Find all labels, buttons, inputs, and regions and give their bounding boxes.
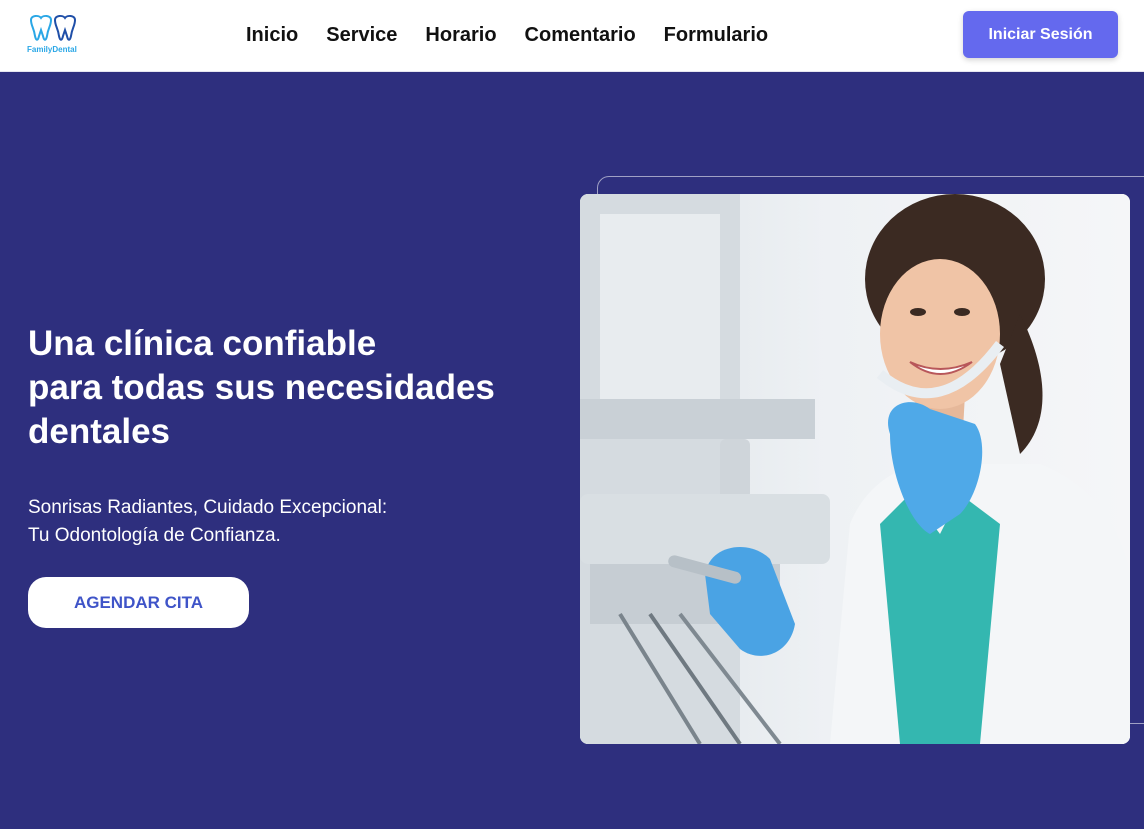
hero-title-line: dentales bbox=[28, 412, 170, 451]
tooth-logo-icon bbox=[29, 14, 77, 41]
nav-link-inicio[interactable]: Inicio bbox=[246, 23, 298, 47]
hero-subtitle: Sonrisas Radiantes, Cuidado Excepcional:… bbox=[28, 494, 528, 550]
hero-dentist-image bbox=[580, 194, 1130, 744]
logo-text: FamilyDental bbox=[27, 45, 77, 54]
hero-title: Una clínica confiable para todas sus nec… bbox=[28, 322, 588, 454]
nav-link-formulario[interactable]: Formulario bbox=[664, 23, 768, 47]
hero-subtitle-line: Tu Odontología de Confianza. bbox=[28, 525, 281, 546]
schedule-appointment-button[interactable]: AGENDAR CITA bbox=[28, 577, 249, 628]
login-button[interactable]: Iniciar Sesión bbox=[963, 11, 1118, 58]
nav-link-comentario[interactable]: Comentario bbox=[525, 23, 636, 47]
hero-title-line: Una clínica confiable bbox=[28, 324, 377, 363]
nav-link-horario[interactable]: Horario bbox=[425, 23, 496, 47]
brand-logo[interactable]: FamilyDental bbox=[27, 14, 85, 60]
main-nav: Inicio Service Horario Comentario Formul… bbox=[246, 23, 796, 47]
navbar: FamilyDental Inicio Service Horario Come… bbox=[0, 0, 1144, 72]
hero-subtitle-line: Sonrisas Radiantes, Cuidado Excepcional: bbox=[28, 497, 388, 518]
hero-title-line: para todas sus necesidades bbox=[28, 368, 495, 407]
nav-link-service[interactable]: Service bbox=[326, 23, 397, 47]
